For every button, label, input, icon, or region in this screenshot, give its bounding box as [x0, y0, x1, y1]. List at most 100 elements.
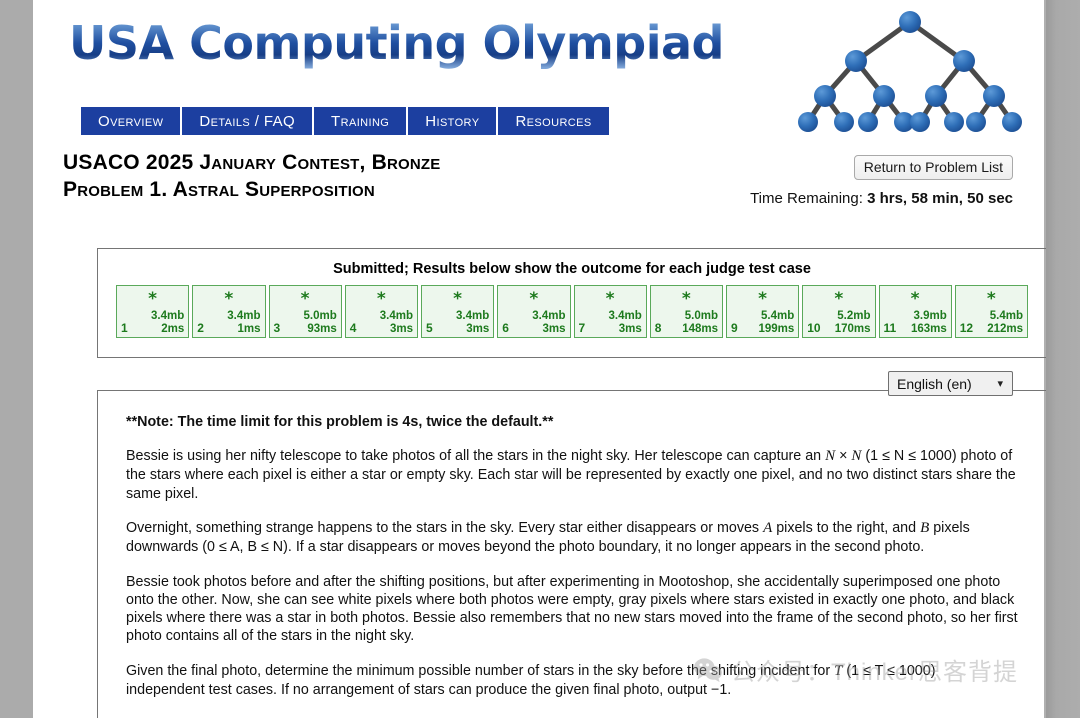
test-case-number: 11 — [883, 321, 897, 335]
test-case-number: 8 — [654, 321, 662, 335]
test-case-number: 10 — [807, 321, 821, 335]
p1-times: × — [835, 448, 852, 465]
site-header: USA Computing Olympiad USA Computing Oly… — [33, 0, 1046, 132]
test-case-time: 3ms — [542, 322, 566, 335]
test-case-number: 4 — [349, 321, 357, 335]
binary-tree-icon — [798, 11, 1022, 132]
p4-part-a: Given the final photo, determine the min… — [126, 662, 835, 679]
test-case-number: 5 — [426, 321, 433, 335]
test-case-time: 148ms — [682, 322, 718, 335]
test-case-status-icon: * — [834, 289, 844, 309]
test-case-stats: 5.2mb 170ms — [835, 310, 871, 336]
submission-results-panel: Submitted; Results below show the outcom… — [97, 248, 1046, 358]
test-case-number: 6 — [502, 321, 509, 335]
test-case-result[interactable]: * 10 5.2mb 170ms — [802, 285, 876, 338]
test-case-result[interactable]: * 9 5.4mb 199ms — [726, 285, 800, 338]
time-remaining-label: Time Remaining: — [750, 190, 863, 207]
test-case-result[interactable]: * 8 5.0mb 148ms — [649, 285, 723, 338]
test-case-stats: 3.9mb 163ms — [911, 310, 947, 336]
test-case-memory: 5.4mb — [761, 309, 795, 322]
test-case-result[interactable]: * 3 5.0mb 93ms — [268, 285, 342, 338]
nav-item-history[interactable]: History — [408, 107, 499, 135]
return-to-problem-list-button[interactable]: Return to Problem List — [853, 155, 1013, 180]
language-select[interactable]: English (en) — [888, 371, 1013, 396]
problem-title-line: Problem 1. Astral Superposition — [63, 177, 375, 201]
test-case-stats: 5.4mb 199ms — [758, 310, 794, 336]
test-case-result[interactable]: * 11 3.9mb 163ms — [878, 285, 952, 338]
problem-note: **Note: The time limit for this problem … — [126, 414, 554, 430]
test-case-memory: 3.4mb — [227, 309, 261, 322]
test-case-memory: 3.4mb — [151, 309, 185, 322]
test-case-time: 3ms — [389, 322, 413, 335]
p1-var-n1: N — [825, 448, 836, 465]
test-case-status-icon: * — [224, 289, 234, 309]
test-case-result[interactable]: * 6 3.4mb 3ms — [497, 285, 571, 338]
test-case-result[interactable]: * 5 3.4mb 3ms — [421, 285, 495, 338]
test-case-number: 1 — [121, 321, 128, 335]
test-case-stats: 5.4mb 212ms — [987, 310, 1023, 336]
submission-status-heading: Submitted; Results below show the outcom… — [333, 261, 811, 277]
test-case-memory: 5.0mb — [303, 309, 337, 322]
test-case-stats: 5.0mb 93ms — [304, 310, 337, 336]
nav-item-training[interactable]: Training — [314, 107, 409, 135]
test-case-stats: 3.4mb 3ms — [532, 310, 565, 336]
p2-var-a: A — [763, 520, 773, 537]
test-case-result[interactable]: * 7 3.4mb 3ms — [573, 285, 647, 338]
test-case-status-icon: * — [910, 289, 920, 309]
test-case-time: 212ms — [987, 322, 1023, 335]
nav-item-overview[interactable]: Overview — [81, 107, 183, 135]
language-selector-row: English (en) ▾ — [888, 371, 1013, 396]
test-case-status-icon: * — [148, 289, 158, 309]
p2-part-a: Overnight, something strange happens to … — [126, 520, 764, 537]
problem-statement-panel: **Note: The time limit for this problem … — [97, 390, 1046, 718]
p1-part-a: Bessie is using her nifty telescope to t… — [126, 448, 826, 465]
contest-controls: Return to Problem List Time Remaining: 3… — [750, 150, 1013, 207]
test-case-status-icon: * — [758, 289, 768, 309]
test-case-memory: 5.4mb — [989, 309, 1023, 322]
test-case-memory: 3.4mb — [379, 309, 413, 322]
time-remaining: Time Remaining: 3 hrs, 58 min, 50 sec — [750, 190, 1013, 207]
test-case-stats: 3.4mb 1ms — [227, 310, 260, 336]
test-case-status-icon: * — [453, 289, 463, 309]
test-case-time: 93ms — [307, 322, 337, 335]
test-case-memory: 3.4mb — [532, 309, 566, 322]
test-case-status-icon: * — [300, 289, 310, 309]
page-title: USACO 2025 January Contest, Bronze Probl… — [63, 150, 440, 204]
test-case-stats: 5.0mb 148ms — [682, 310, 718, 336]
time-remaining-value: 3 hrs, 58 min, 50 sec — [867, 190, 1013, 207]
test-case-time: 3ms — [466, 322, 490, 335]
test-case-result[interactable]: * 1 3.4mb 2ms — [116, 285, 190, 338]
test-case-status-icon: * — [529, 289, 539, 309]
problem-paragraph-2: Overnight, something strange happens to … — [126, 519, 1018, 556]
problem-paragraph-3: Bessie took photos before and after the … — [126, 573, 1018, 645]
page-left-margin — [0, 0, 33, 718]
test-case-time: 1ms — [237, 322, 261, 335]
test-case-number: 7 — [578, 321, 586, 335]
p2-var-b: B — [920, 520, 930, 537]
test-case-number: 2 — [197, 321, 204, 335]
test-case-stats: 3.4mb 2ms — [151, 310, 184, 336]
test-case-time: 199ms — [758, 322, 795, 335]
p2-part-b: pixels to the right, and — [772, 520, 921, 537]
test-case-status-icon: * — [681, 289, 691, 309]
test-case-status-icon: * — [376, 289, 386, 309]
p1-var-n2: N — [851, 448, 862, 465]
test-case-result[interactable]: * 4 3.4mb 3ms — [344, 285, 418, 338]
site-logo-text: USA Computing Olympiad — [69, 16, 724, 70]
test-case-memory: 3.4mb — [456, 309, 490, 322]
nav-item-resources[interactable]: Resources — [498, 107, 608, 135]
test-case-status-icon: * — [986, 289, 996, 309]
nav-item-details-faq[interactable]: Details / FAQ — [182, 107, 315, 135]
test-case-result[interactable]: * 2 3.4mb 1ms — [192, 285, 266, 338]
test-case-memory: 3.9mb — [913, 309, 947, 322]
page-right-margin — [1046, 0, 1080, 718]
browser-viewport: USA Computing Olympiad USA Computing Oly… — [0, 0, 1080, 718]
test-case-result[interactable]: * 12 5.4mb 212ms — [954, 285, 1028, 338]
contest-title-bar: USACO 2025 January Contest, Bronze Probl… — [33, 150, 1046, 207]
test-case-memory: 3.4mb — [608, 309, 642, 322]
contest-title-line: USACO 2025 January Contest, Bronze — [63, 151, 441, 174]
test-case-status-icon: * — [605, 289, 615, 309]
test-case-stats: 3.4mb 3ms — [380, 310, 413, 336]
test-case-memory: 5.0mb — [684, 309, 718, 322]
test-case-time: 170ms — [834, 322, 871, 335]
